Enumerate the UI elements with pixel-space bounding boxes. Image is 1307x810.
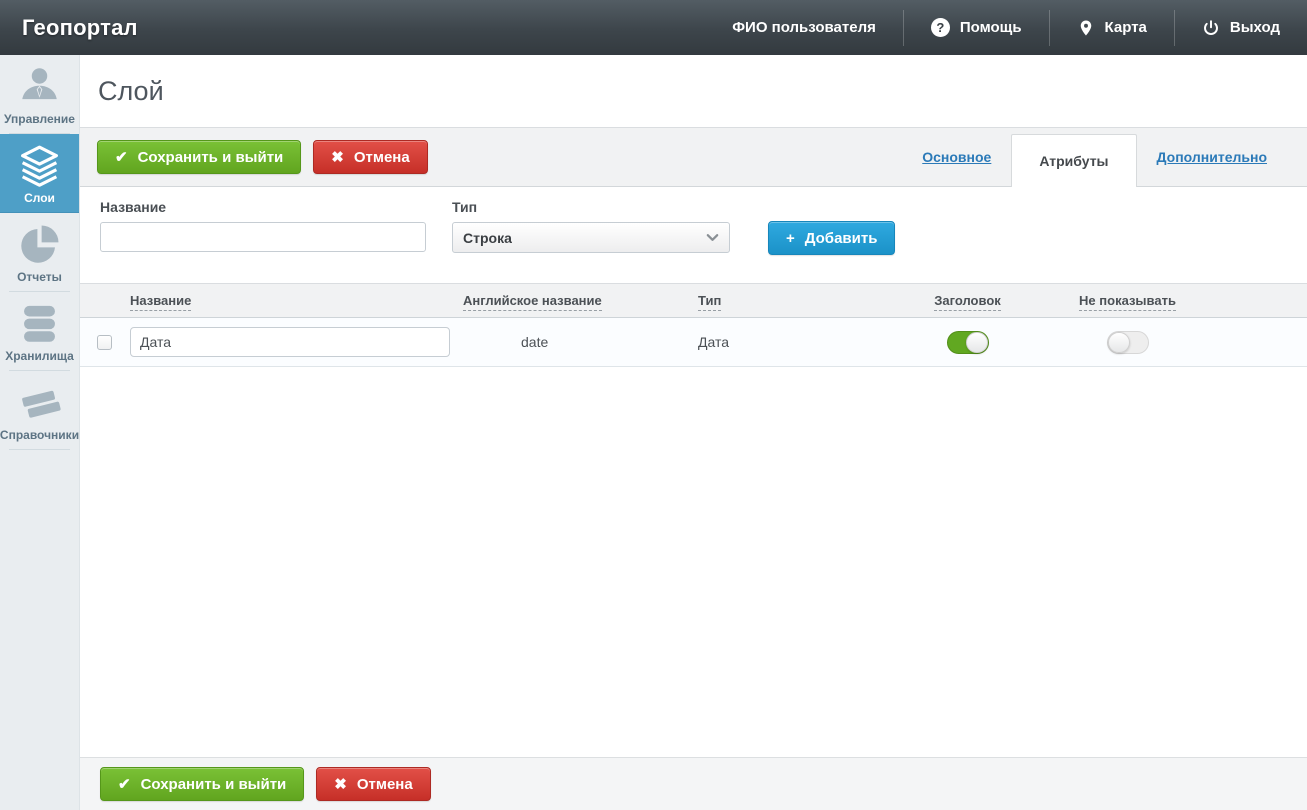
column-header-name: Название: [128, 293, 455, 311]
tab-additional[interactable]: Дополнительно: [1137, 128, 1287, 186]
header-menu: ФИО пользователя ? Помощь Карта Выход: [705, 0, 1307, 55]
content-filler: [80, 367, 1307, 757]
sort-hide[interactable]: Не показывать: [1079, 293, 1176, 311]
cancel-label: Отмена: [356, 775, 413, 793]
save-exit-label: Сохранить и выйти: [140, 775, 287, 793]
sidebar-item-management[interactable]: Управление: [0, 55, 79, 134]
books-icon: [17, 380, 62, 425]
plus-icon: +: [786, 229, 795, 247]
brand-title: Геопортал: [22, 14, 138, 40]
sidebar-item-storages[interactable]: Хранилища: [0, 292, 79, 371]
column-header-type: Тип: [690, 293, 905, 311]
row-type-cell: Дата: [690, 334, 905, 350]
row-title-toggle-cell: [905, 330, 1030, 354]
map-label: Карта: [1104, 19, 1147, 36]
hide-toggle[interactable]: [1106, 330, 1149, 354]
cancel-label: Отмена: [353, 148, 410, 166]
main-content: Слой ✔ Сохранить и выйти ✖ Отмена Основн…: [80, 55, 1307, 810]
row-name-cell: [128, 327, 455, 357]
check-icon: ✔: [115, 148, 128, 166]
column-header-en-name: Английское название: [455, 293, 690, 311]
user-icon: [17, 64, 62, 109]
column-header-hide: Не показывать: [1030, 293, 1225, 311]
name-field-group: Название: [100, 199, 426, 283]
type-field-group: Тип Строка: [452, 199, 730, 283]
attribute-form: Название Тип Строка + Добавить: [80, 187, 1307, 283]
page-title: Слой: [98, 75, 164, 106]
footer-toolbar: ✔ Сохранить и выйти ✖ Отмена: [80, 757, 1307, 810]
layers-icon: [17, 143, 62, 188]
add-attribute-button[interactable]: + Добавить: [768, 221, 896, 255]
logout-menu-item[interactable]: Выход: [1175, 0, 1307, 55]
attribute-name-input[interactable]: [100, 222, 426, 252]
toggle-knob: [1107, 331, 1130, 353]
logout-label: Выход: [1229, 19, 1280, 36]
attributes-table-header: Название Английское название Тип Заголов…: [80, 283, 1307, 318]
sidebar-label: Слои: [24, 191, 55, 205]
help-icon: ?: [930, 18, 950, 37]
pie-chart-icon: [17, 222, 62, 267]
title-toggle[interactable]: [946, 330, 989, 354]
map-pin-icon: [1077, 19, 1095, 37]
sidebar: Управление Слои Отчеты Хранилища Справоч…: [0, 55, 80, 810]
sidebar-item-layers[interactable]: Слои: [0, 134, 79, 213]
row-en-name-value: date: [521, 334, 549, 350]
sidebar-item-reports[interactable]: Отчеты: [0, 213, 79, 292]
page-layout: Управление Слои Отчеты Хранилища Справоч…: [0, 55, 1307, 810]
row-select-checkbox[interactable]: [96, 334, 112, 350]
title-area: Слой: [80, 55, 1307, 127]
toggle-knob: [965, 331, 988, 353]
row-checkbox-cell: [80, 334, 128, 350]
row-type-value: Дата: [698, 334, 730, 350]
tab-main[interactable]: Основное: [902, 128, 1011, 186]
tab-bar: Основное Атрибуты Дополнительно: [902, 128, 1307, 187]
help-menu-item[interactable]: ? Помощь: [904, 0, 1049, 55]
save-exit-button[interactable]: ✔ Сохранить и выйти: [97, 140, 302, 174]
help-label: Помощь: [959, 19, 1022, 36]
app-header: Геопортал ФИО пользователя ? Помощь Карт…: [0, 0, 1307, 55]
power-icon: [1202, 19, 1220, 37]
type-select[interactable]: Строка: [452, 222, 730, 253]
sidebar-label: Отчеты: [17, 270, 62, 284]
map-menu-item[interactable]: Карта: [1050, 0, 1174, 55]
sidebar-item-dictionaries[interactable]: Справочники: [0, 371, 79, 450]
toolbar-band: ✔ Сохранить и выйти ✖ Отмена Основное Ат…: [80, 127, 1307, 187]
sidebar-label: Справочники: [0, 428, 80, 442]
tab-attributes[interactable]: Атрибуты: [1011, 134, 1137, 187]
add-label: Добавить: [804, 229, 878, 247]
type-select-value: Строка: [463, 229, 512, 246]
x-icon: ✖: [331, 148, 344, 166]
user-name-link[interactable]: ФИО пользователя: [705, 0, 903, 55]
cancel-button[interactable]: ✖ Отмена: [313, 140, 428, 174]
cancel-button-bottom[interactable]: ✖ Отмена: [316, 767, 431, 801]
sidebar-label: Хранилища: [5, 349, 74, 363]
sort-type[interactable]: Тип: [698, 293, 722, 311]
sort-en-name[interactable]: Английское название: [463, 293, 602, 311]
type-field-label: Тип: [452, 199, 478, 215]
name-field-label: Название: [100, 199, 167, 215]
sort-title[interactable]: Заголовок: [934, 293, 1001, 311]
sort-name[interactable]: Название: [130, 293, 192, 311]
sidebar-label: Управление: [4, 112, 75, 126]
row-en-name-cell: date: [455, 334, 690, 350]
x-icon: ✖: [334, 775, 347, 793]
database-icon: [17, 301, 62, 346]
row-name-input[interactable]: [130, 327, 450, 357]
row-hide-toggle-cell: [1030, 330, 1225, 354]
table-row: date Дата: [80, 318, 1307, 367]
column-header-title: Заголовок: [905, 293, 1030, 311]
user-name-label: ФИО пользователя: [732, 19, 876, 36]
check-icon: ✔: [118, 775, 131, 793]
add-button-wrap: + Добавить: [768, 199, 896, 283]
save-exit-label: Сохранить и выйти: [137, 148, 284, 166]
save-exit-button-bottom[interactable]: ✔ Сохранить и выйти: [100, 767, 305, 801]
chevron-down-icon: [705, 230, 720, 245]
